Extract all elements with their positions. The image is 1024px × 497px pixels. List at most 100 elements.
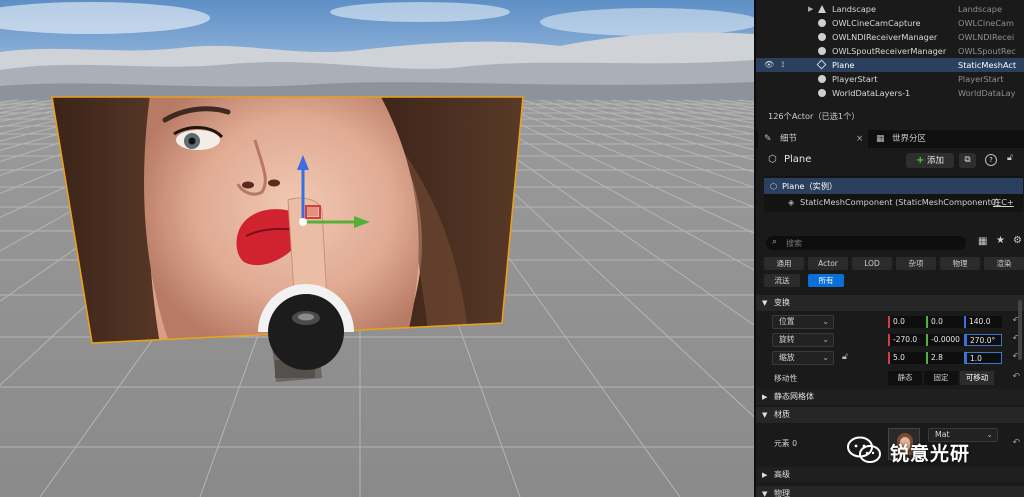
outliner-row[interactable]: ▶ Landscape Landscape — [756, 2, 1024, 16]
transform-section[interactable]: ▼ 变换 — [756, 295, 1024, 311]
filter-chip[interactable]: 物理 — [940, 257, 980, 270]
rotation-dropdown[interactable]: 旋转 ⌄ — [772, 333, 834, 347]
tab-details[interactable]: ✎ 细节 × — [758, 130, 868, 148]
z-axis-marker — [964, 316, 966, 328]
filter-chip[interactable]: LOD — [852, 257, 892, 270]
expand-arrow-icon[interactable]: ▶ — [808, 2, 813, 16]
grid-view-icon[interactable]: ▦ — [978, 236, 987, 247]
edit-in-cpp-link[interactable]: 在C+ — [993, 194, 1014, 210]
rotation-y-value: -0.0000 — [931, 335, 960, 344]
expand-arrow-icon: ▼ — [762, 411, 768, 419]
tab-world-partition-label: 世界分区 — [892, 134, 927, 144]
visibility-eye-icon[interactable]: 👁︎ — [764, 58, 774, 72]
location-x-field[interactable]: 0.0 — [888, 316, 926, 328]
transform-label: 变换 — [774, 298, 790, 307]
actor-icon: ⬡ — [768, 154, 777, 165]
static-mesh-icon: ◈ — [788, 197, 795, 207]
actor-count: 126个Actor（已选1个） — [768, 111, 860, 121]
location-z-field[interactable]: 140.0 — [964, 316, 1002, 328]
location-x-value: 0.0 — [893, 317, 905, 326]
tab-close-icon[interactable]: × — [856, 130, 863, 148]
filter-chip[interactable]: 所有 — [808, 274, 844, 287]
actor-icon — [818, 33, 826, 41]
component-child-label: StaticMeshComponent (StaticMeshComponent… — [800, 197, 1000, 207]
mobility-option[interactable]: 固定 — [924, 371, 958, 385]
component-root-label: Plane（实例） — [782, 181, 838, 191]
filter-chip[interactable]: 渲染 — [984, 257, 1024, 270]
scale-dropdown[interactable]: 缩放 ⌄ — [772, 351, 834, 365]
pin-icon[interactable]: ⟟ — [778, 58, 788, 72]
filter-chip[interactable]: 流送 — [764, 274, 800, 287]
mobility-option[interactable]: 静态 — [888, 371, 922, 385]
location-row: 位置 ⌄ 0.0 0.0 140.0 ↶ — [756, 313, 1024, 331]
watermark-text: 锐意光研 — [890, 443, 971, 465]
z-axis-marker — [965, 353, 967, 363]
actor-name: Plane — [784, 154, 812, 165]
outliner-item-type: OWLSpoutRec — [958, 46, 1016, 56]
tab-details-label: 细节 — [780, 134, 798, 144]
filter-chip[interactable]: Actor — [808, 257, 848, 270]
rotation-y-field[interactable]: -0.0000 — [926, 334, 964, 346]
mobility-option[interactable]: 可移动 — [960, 371, 994, 385]
advanced-section[interactable]: ▶ 高级 — [756, 467, 1024, 483]
outliner-row[interactable]: WorldDataLayers-1 WorldDataLay — [756, 86, 1024, 100]
y-axis-marker — [926, 316, 928, 328]
chevron-down-icon: ⌄ — [822, 317, 829, 326]
component-root-row[interactable]: ⬡ Plane（实例） — [764, 178, 1023, 194]
tab-world-partition[interactable]: ▦ 世界分区 — [872, 130, 972, 148]
physics-section[interactable]: ▼ 物理 — [756, 486, 1024, 497]
filter-chip[interactable]: 杂项 — [896, 257, 936, 270]
outliner-item-type: Landscape — [958, 4, 1002, 14]
scale-z-field[interactable]: 1.0 — [964, 352, 1002, 364]
editor-side-panel: ▶ Landscape Landscape OWLCineCamCapture OWLC… — [754, 0, 1024, 497]
reset-icon[interactable]: ↶ — [1012, 438, 1020, 448]
blueprint-icon[interactable]: ⧉ — [959, 153, 976, 168]
reset-icon[interactable]: ↶ — [1012, 372, 1020, 382]
static-mesh-section[interactable]: ▶ 静态网格体 — [756, 389, 1024, 405]
z-axis-marker — [965, 335, 967, 345]
outliner-row[interactable]: OWLCineCamCapture OWLCineCam — [756, 16, 1024, 30]
rotation-x-field[interactable]: -270.0 — [888, 334, 926, 346]
outliner-row[interactable]: OWLNDIReceiverManager OWLNDIRecei — [756, 30, 1024, 44]
scale-y-field[interactable]: 2.8 — [926, 352, 964, 364]
outliner-row[interactable]: 👁︎ ⟟ Plane StaticMeshAct — [756, 58, 1024, 72]
y-axis-marker — [926, 352, 928, 364]
scale-y-value: 2.8 — [931, 353, 943, 362]
level-viewport[interactable] — [0, 0, 754, 497]
filter-chip[interactable]: 通用 — [764, 257, 804, 270]
x-axis-marker — [888, 352, 890, 364]
details-search-input[interactable]: ⌕ 搜索 — [766, 236, 966, 250]
outliner-item-name: Plane — [832, 60, 855, 70]
location-label: 位置 — [779, 317, 795, 326]
search-placeholder: 搜索 — [786, 239, 802, 248]
landscape-icon — [818, 5, 826, 13]
scale-x-field[interactable]: 5.0 — [888, 352, 926, 364]
scale-z-value: 1.0 — [970, 354, 982, 363]
lock-icon[interactable]: 🔓︎ — [1007, 153, 1013, 163]
location-dropdown[interactable]: 位置 ⌄ — [772, 315, 834, 329]
component-child-row[interactable]: ◈ StaticMeshComponent (StaticMeshCompone… — [764, 194, 1023, 210]
settings-gear-icon[interactable]: ⚙ — [1013, 235, 1022, 246]
rotation-z-field[interactable]: 270.0° — [964, 334, 1002, 346]
rotation-x-value: -270.0 — [893, 335, 918, 344]
favorite-star-icon[interactable]: ★ — [996, 235, 1005, 246]
outliner-item-name: PlayerStart — [832, 74, 878, 84]
advanced-label: 高级 — [774, 470, 790, 479]
outliner-row[interactable]: OWLSpoutReceiverManager OWLSpoutRec — [756, 44, 1024, 58]
outliner-item-type: WorldDataLay — [958, 88, 1016, 98]
panel-scrollbar[interactable] — [1018, 300, 1022, 360]
outliner-item-name: Landscape — [832, 4, 876, 14]
location-y-field[interactable]: 0.0 — [926, 316, 964, 328]
physics-label: 物理 — [774, 489, 790, 497]
help-icon[interactable]: ? — [985, 154, 997, 166]
scale-x-value: 5.0 — [893, 353, 905, 362]
outliner-item-name: WorldDataLayers-1 — [832, 88, 911, 98]
viewport-scene — [0, 0, 754, 497]
materials-section[interactable]: ▼ 材质 — [756, 407, 1024, 423]
add-component-button[interactable]: + 添加 — [906, 153, 954, 168]
outliner-row[interactable]: PlayerStart PlayerStart — [756, 72, 1024, 86]
outliner-item-name: OWLSpoutReceiverManager — [832, 46, 947, 56]
scale-lock-icon[interactable]: 🔓︎ — [842, 352, 848, 362]
collapsed-arrow-icon: ▶ — [762, 471, 768, 479]
details-tab-bar: ✎ 细节 × ▦ 世界分区 — [756, 130, 1024, 148]
